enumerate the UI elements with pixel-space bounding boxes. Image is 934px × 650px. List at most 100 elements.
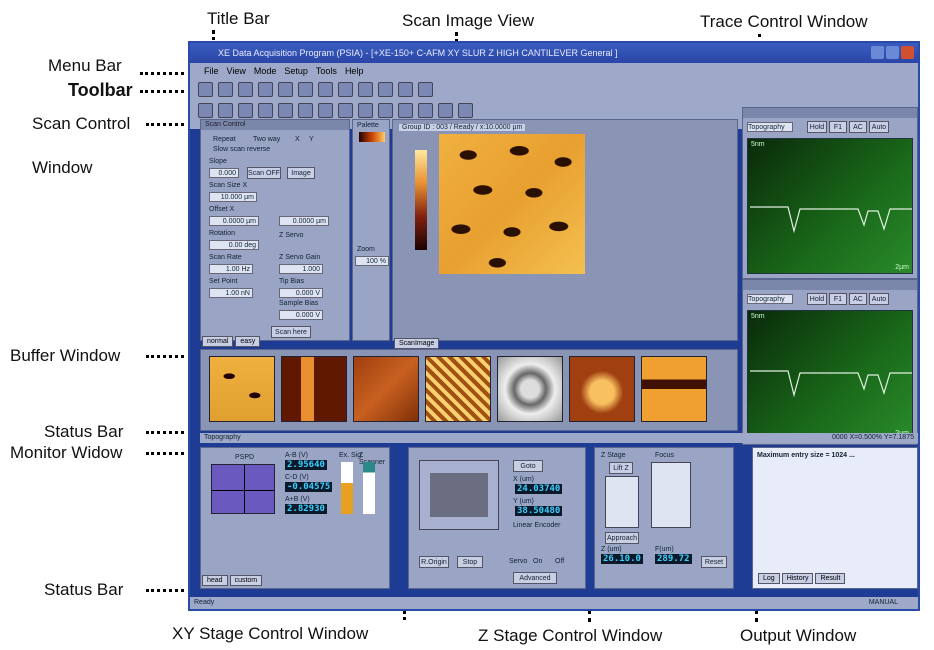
menu-setup[interactable]: Setup <box>284 63 308 79</box>
xy-stage-map[interactable] <box>419 460 499 530</box>
auto-button-2[interactable]: Auto <box>869 293 889 305</box>
tab-head[interactable]: head <box>202 575 228 586</box>
tab-history[interactable]: History <box>781 573 814 584</box>
advanced-button[interactable]: Advanced <box>513 572 557 584</box>
tip-bias-label: Tip Bias <box>279 278 305 285</box>
tool-icon[interactable] <box>198 82 213 97</box>
buffer-thumb-5[interactable] <box>497 356 563 422</box>
buffer-thumb-2[interactable] <box>281 356 347 422</box>
approach-button[interactable]: Approach <box>605 532 639 544</box>
tool-icon[interactable] <box>258 82 273 97</box>
focus-slider[interactable] <box>651 462 691 528</box>
servo-on-checkbox[interactable]: On <box>533 558 542 565</box>
linear-encoder-checkbox[interactable]: Linear Encoder <box>513 522 560 529</box>
tool-icon[interactable] <box>358 103 373 118</box>
z-stage-slider[interactable] <box>605 476 639 528</box>
tool-icon[interactable] <box>438 103 453 118</box>
scan-rate-input[interactable]: 1.00 Hz <box>209 264 253 274</box>
buffer-thumb-7[interactable] <box>641 356 707 422</box>
menu-help[interactable]: Help <box>345 63 364 79</box>
servo-off-checkbox[interactable]: Off <box>555 558 564 565</box>
maximize-button[interactable] <box>886 46 899 59</box>
offset-x-input[interactable]: 0.0000 µm <box>209 216 259 226</box>
tool-icon[interactable] <box>458 103 473 118</box>
buffer-thumb-3[interactable] <box>353 356 419 422</box>
origin-button[interactable]: R.Origin <box>419 556 449 568</box>
tool-icon[interactable] <box>338 82 353 97</box>
tab-scanimage[interactable]: ScanImage <box>394 338 440 349</box>
menu-view[interactable]: View <box>227 63 246 79</box>
buffer-thumb-6[interactable] <box>569 356 635 422</box>
tool-icon[interactable] <box>398 82 413 97</box>
scan-off-button[interactable]: Scan OFF <box>247 167 281 179</box>
tool-icon[interactable] <box>298 82 313 97</box>
z-servo-checkbox[interactable]: Z Servo <box>279 232 304 239</box>
slope-input[interactable]: 0.000 <box>209 168 239 178</box>
tool-icon[interactable] <box>298 103 313 118</box>
tool-icon[interactable] <box>218 82 233 97</box>
two-way-checkbox[interactable]: Two way <box>253 136 280 143</box>
afm-scan-image[interactable] <box>439 134 585 274</box>
menu-tools[interactable]: Tools <box>316 63 337 79</box>
tip-bias-input[interactable]: 0.000 V <box>279 288 323 298</box>
x-radio[interactable]: X <box>295 136 300 143</box>
tool-icon[interactable] <box>218 103 233 118</box>
tool-icon[interactable] <box>238 103 253 118</box>
tool-icon[interactable] <box>318 103 333 118</box>
f1-button[interactable]: F1 <box>829 121 847 133</box>
z-servo-gain-input[interactable]: 1.000 <box>279 264 323 274</box>
buffer-thumb-4[interactable] <box>425 356 491 422</box>
slow-scan-checkbox[interactable]: Slow scan reverse <box>213 146 270 153</box>
trace-mode-select-2[interactable]: Topography <box>747 294 793 304</box>
title-bar: XE Data Acquisition Program (PSIA) - [+X… <box>190 43 918 63</box>
menu-mode[interactable]: Mode <box>254 63 277 79</box>
hold-button[interactable]: Hold <box>807 121 827 133</box>
offset-y-input[interactable]: 0.0000 µm <box>279 216 329 226</box>
lift-z-button[interactable]: Lift Z <box>609 462 633 474</box>
scan-size-input[interactable]: 10.000 µm <box>209 192 257 202</box>
y-radio[interactable]: Y <box>309 136 314 143</box>
image-button[interactable]: Image <box>287 167 315 179</box>
zoom-select[interactable]: 100 % <box>355 256 389 266</box>
tool-icon[interactable] <box>238 82 253 97</box>
tool-icon[interactable] <box>418 82 433 97</box>
tool-icon[interactable] <box>278 103 293 118</box>
tool-icon[interactable] <box>358 82 373 97</box>
tab-custom[interactable]: custom <box>229 575 263 586</box>
ac-button[interactable]: AC <box>849 121 867 133</box>
tab-log[interactable]: Log <box>758 573 780 584</box>
palette-swatch[interactable] <box>359 132 385 142</box>
tool-icon[interactable] <box>198 103 213 118</box>
scan-here-button[interactable]: Scan here <box>271 326 311 338</box>
z-stage-window: Z Stage Lift Z Approach Z (um) 26.10.0 F… <box>594 447 734 589</box>
tab-normal[interactable]: normal <box>202 336 234 347</box>
offset-label: Offset X <box>209 206 235 213</box>
tool-icon[interactable] <box>318 82 333 97</box>
tool-icon[interactable] <box>338 103 353 118</box>
rotation-input[interactable]: 0.00 deg <box>209 240 259 250</box>
buffer-thumb-1[interactable] <box>209 356 275 422</box>
stop-button[interactable]: Stop <box>457 556 483 568</box>
goto-button[interactable]: Goto <box>513 460 543 472</box>
tool-icon[interactable] <box>258 103 273 118</box>
tool-icon[interactable] <box>278 82 293 97</box>
trace-mode-select[interactable]: Topography <box>747 122 793 132</box>
tool-icon[interactable] <box>378 103 393 118</box>
auto-button[interactable]: Auto <box>869 121 889 133</box>
tool-icon[interactable] <box>418 103 433 118</box>
tab-result[interactable]: Result <box>815 573 846 584</box>
tool-icon[interactable] <box>398 103 413 118</box>
menu-file[interactable]: File <box>204 63 219 79</box>
tool-icon[interactable] <box>378 82 393 97</box>
minimize-button[interactable] <box>871 46 884 59</box>
reset-button[interactable]: Reset <box>701 556 727 568</box>
f1-button-2[interactable]: F1 <box>829 293 847 305</box>
ac-button-2[interactable]: AC <box>849 293 867 305</box>
set-point-input[interactable]: 1.00 nN <box>209 288 253 298</box>
close-button[interactable] <box>901 46 914 59</box>
repeat-checkbox[interactable]: Repeat <box>213 136 236 143</box>
sample-bias-input[interactable]: 0.000 V <box>279 310 323 320</box>
tab-easy[interactable]: easy <box>235 336 261 347</box>
hold-button-2[interactable]: Hold <box>807 293 827 305</box>
z-servo-gain-label: Z Servo Gain <box>279 254 321 261</box>
